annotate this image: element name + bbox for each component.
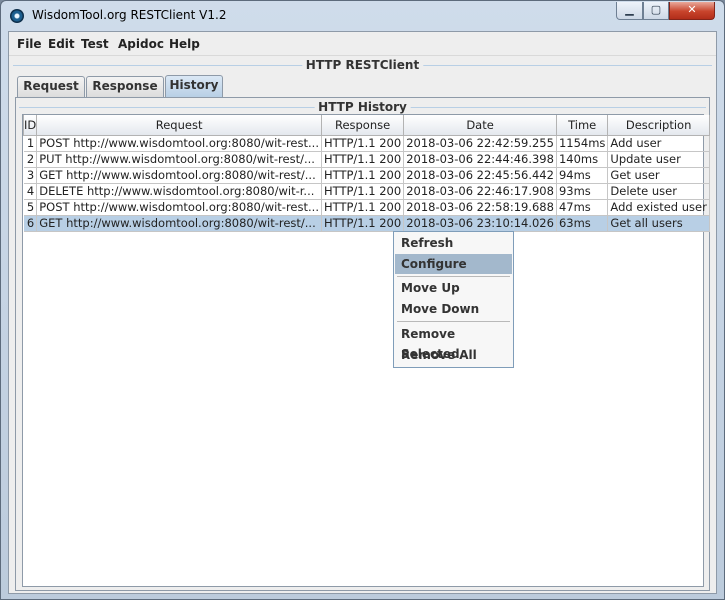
history-table[interactable]: ID Request Response Date Time Descriptio…: [22, 115, 710, 232]
menu-test[interactable]: Test: [81, 37, 109, 51]
close-button[interactable]: ✕: [669, 2, 715, 20]
minimize-button[interactable]: ▁: [616, 2, 643, 20]
history-table-container[interactable]: ID Request Response Date Time Descriptio…: [22, 114, 710, 587]
cell-time: 47ms: [556, 199, 609, 216]
cell-response: HTTP/1.1 200: [321, 183, 405, 200]
cell-description: Add existed user: [607, 199, 710, 216]
cell-date: 2018-03-06 22:44:46.398: [403, 151, 557, 168]
window-title: WisdomTool.org RESTClient V1.2: [32, 8, 227, 22]
col-header-request[interactable]: Request: [36, 115, 322, 136]
cell-request: PUT http://www.wisdomtool.org:8080/wit-r…: [36, 151, 322, 168]
cell-response: HTTP/1.1 200: [321, 167, 405, 184]
cell-description: Delete user: [607, 183, 710, 200]
cell-time: 94ms: [556, 167, 609, 184]
menu-bar: File Edit Test Apidoc Help: [9, 32, 716, 56]
history-context-menu: Refresh Configure Move Up Move Down Remo…: [393, 231, 514, 368]
table-row[interactable]: 1 POST http://www.wisdomtool.org:8080/wi…: [23, 135, 710, 152]
app-window: WisdomTool.org RESTClient V1.2 ▁ ▢ ✕ Fil…: [0, 0, 725, 600]
menu-item-configure[interactable]: Configure: [395, 254, 512, 274]
cell-request: GET http://www.wisdomtool.org:8080/wit-r…: [36, 167, 322, 184]
cell-response: HTTP/1.1 200: [321, 135, 405, 152]
cell-request: POST http://www.wisdomtool.org:8080/wit-…: [36, 135, 322, 152]
tab-response[interactable]: Response: [86, 76, 164, 97]
tab-history[interactable]: History: [165, 75, 223, 97]
menu-file[interactable]: File: [17, 37, 42, 51]
maximize-button[interactable]: ▢: [643, 2, 669, 20]
cell-description: Add user: [607, 135, 710, 152]
cell-id: 2: [23, 151, 38, 168]
rest-client-frame-title: HTTP RESTClient: [9, 58, 716, 72]
menu-separator: [397, 321, 510, 322]
history-title-label: HTTP History: [314, 100, 411, 114]
cell-time: 63ms: [556, 215, 609, 232]
cell-response: HTTP/1.1 200: [321, 215, 405, 232]
cell-id: 3: [23, 167, 38, 184]
menu-edit[interactable]: Edit: [48, 37, 75, 51]
app-logo-icon: [10, 9, 24, 23]
cell-request: DELETE http://www.wisdomtool.org:8080/wi…: [36, 183, 322, 200]
menu-item-move-up[interactable]: Move Up: [395, 278, 512, 298]
cell-request: POST http://www.wisdomtool.org:8080/wit-…: [36, 199, 322, 216]
tab-request[interactable]: Request: [17, 76, 85, 97]
cell-request: GET http://www.wisdomtool.org:8080/wit-r…: [36, 215, 322, 232]
frame-title-label: HTTP RESTClient: [301, 58, 424, 72]
col-header-time[interactable]: Time: [555, 115, 609, 136]
cell-response: HTTP/1.1 200: [321, 199, 405, 216]
history-panel-title: HTTP History: [16, 100, 709, 114]
cell-time: 1154ms: [556, 135, 609, 152]
cell-date: 2018-03-06 23:10:14.026: [403, 215, 557, 232]
menu-item-refresh[interactable]: Refresh: [395, 233, 512, 253]
col-header-id[interactable]: ID: [22, 115, 38, 136]
cell-description: Update user: [607, 151, 710, 168]
menu-apidoc[interactable]: Apidoc: [118, 37, 164, 51]
menu-item-move-down[interactable]: Move Down: [395, 299, 512, 319]
table-row[interactable]: 2 PUT http://www.wisdomtool.org:8080/wit…: [23, 151, 710, 168]
table-row[interactable]: 3 GET http://www.wisdomtool.org:8080/wit…: [23, 167, 710, 184]
cell-id: 1: [23, 135, 38, 152]
cell-time: 93ms: [556, 183, 609, 200]
cell-id: 5: [23, 199, 38, 216]
title-bar[interactable]: WisdomTool.org RESTClient V1.2 ▁ ▢ ✕: [1, 1, 724, 31]
cell-date: 2018-03-06 22:58:19.688: [403, 199, 557, 216]
table-row[interactable]: 5 POST http://www.wisdomtool.org:8080/wi…: [23, 199, 710, 216]
menu-separator: [397, 276, 510, 277]
menu-item-remove-all[interactable]: Remove All: [395, 345, 512, 365]
cell-time: 140ms: [556, 151, 609, 168]
col-header-description[interactable]: Description: [607, 115, 710, 136]
col-header-date[interactable]: Date: [403, 115, 557, 136]
menu-help[interactable]: Help: [169, 37, 200, 51]
cell-date: 2018-03-06 22:45:56.442: [403, 167, 557, 184]
cell-id: 6: [23, 215, 38, 232]
cell-date: 2018-03-06 22:42:59.255: [403, 135, 557, 152]
history-panel: HTTP History ID Request Response Date Ti…: [15, 97, 710, 591]
cell-id: 4: [23, 183, 38, 200]
cell-description: Get all users: [607, 215, 710, 232]
cell-response: HTTP/1.1 200: [321, 151, 405, 168]
table-header-row: ID Request Response Date Time Descriptio…: [22, 115, 710, 136]
client-area: File Edit Test Apidoc Help HTTP RESTClie…: [8, 31, 717, 594]
cell-date: 2018-03-06 22:46:17.908: [403, 183, 557, 200]
col-header-response[interactable]: Response: [320, 115, 405, 136]
table-row[interactable]: 4 DELETE http://www.wisdomtool.org:8080/…: [23, 183, 710, 200]
table-row-selected[interactable]: 6 GET http://www.wisdomtool.org:8080/wit…: [23, 215, 710, 232]
cell-description: Get user: [607, 167, 710, 184]
menu-item-remove-selected[interactable]: Remove Selected: [395, 324, 512, 361]
